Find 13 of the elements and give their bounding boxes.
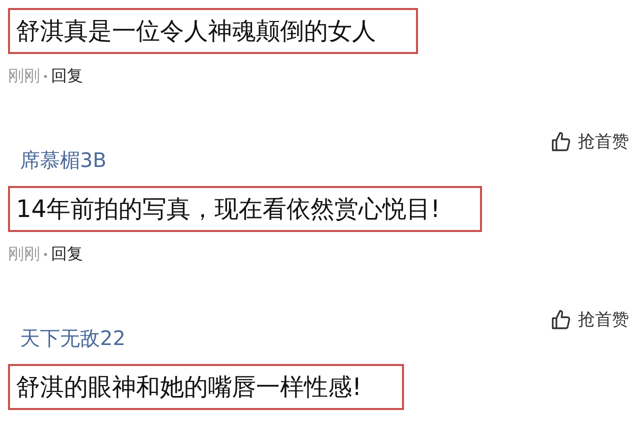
like-button[interactable]: 抢首赞 [550, 130, 629, 153]
like-button[interactable]: 抢首赞 [550, 308, 629, 331]
comment-text: 舒淇真是一位令人神魂颠倒的女人 [8, 8, 418, 54]
comment-text: 14年前拍的写真，现在看依然赏心悦目! [8, 186, 482, 232]
thumbs-up-icon [550, 130, 572, 152]
username[interactable]: 席慕楣3B [8, 148, 106, 172]
reply-link[interactable]: 回复 [51, 66, 83, 86]
reply-link[interactable]: 回复 [51, 244, 83, 264]
comment-time: 刚刚 [8, 66, 40, 86]
username[interactable]: 天下无敌22 [8, 326, 126, 350]
comment-time: 刚刚 [8, 244, 40, 264]
comment-text: 舒淇的眼神和她的嘴唇一样性感! [8, 364, 404, 410]
thumbs-up-icon [550, 308, 572, 330]
